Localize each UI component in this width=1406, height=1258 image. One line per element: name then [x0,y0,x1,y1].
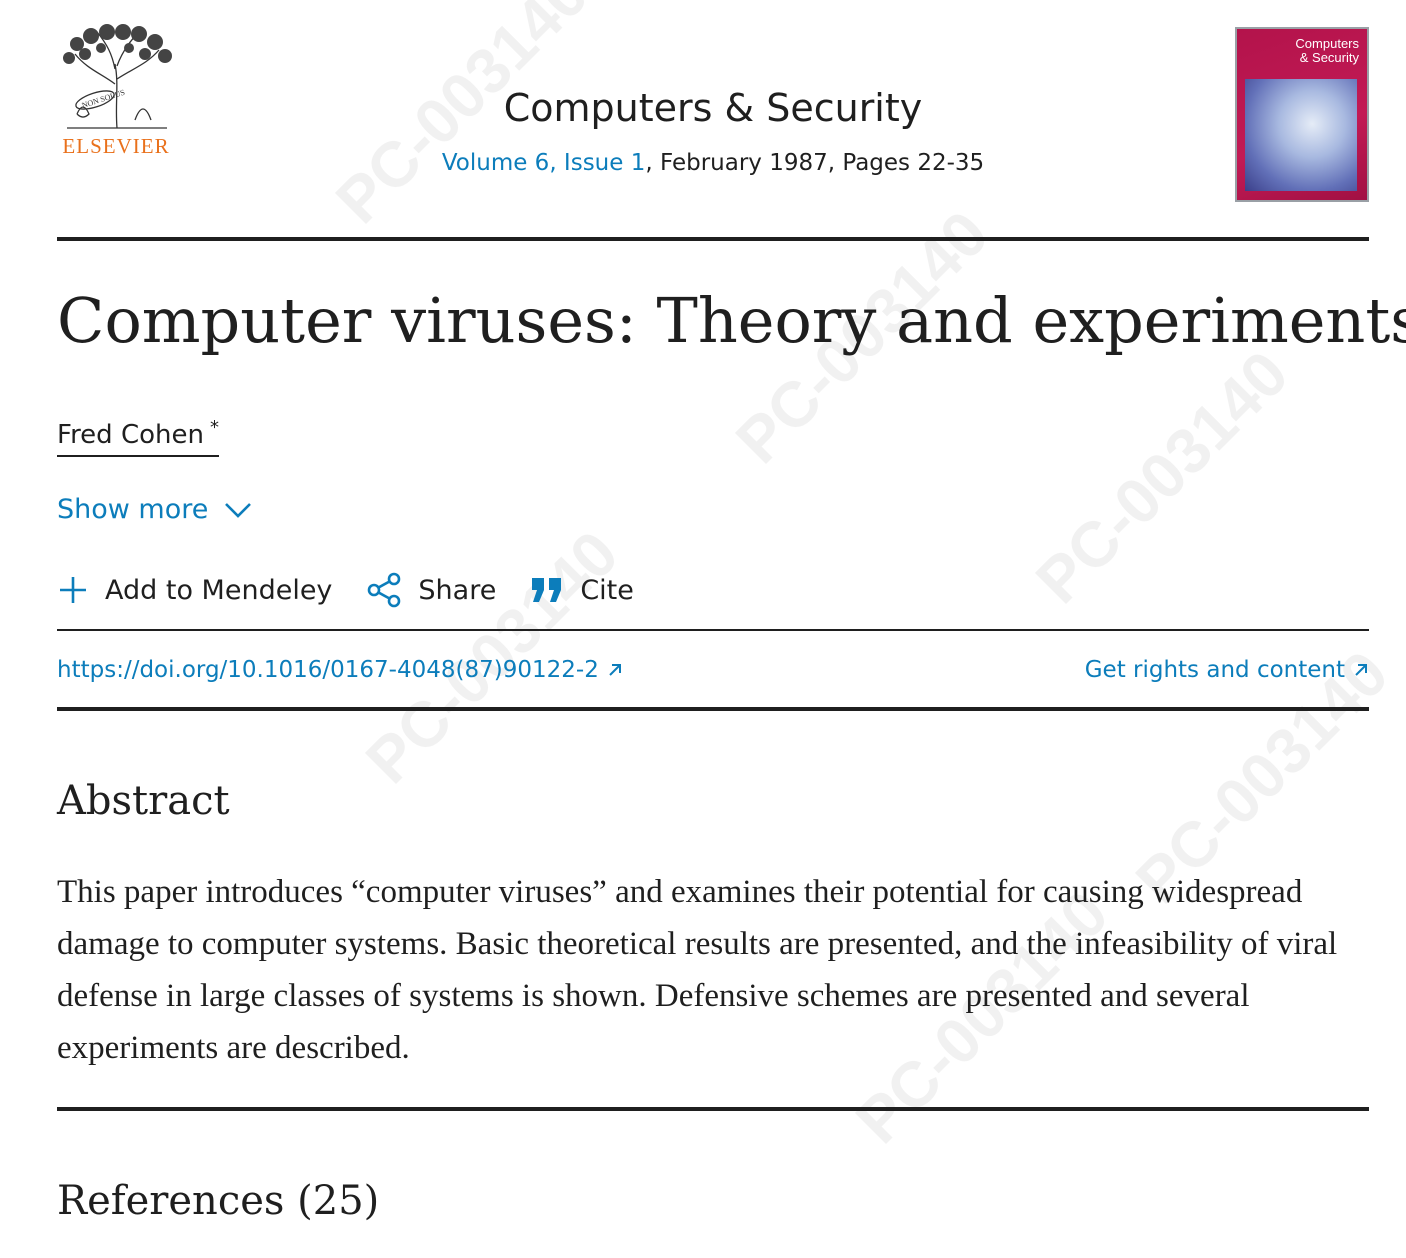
abstract-text: This paper introduces “computer viruses”… [57,874,1338,1066]
share-icon [368,572,401,608]
toolbar-divider [57,629,1369,631]
article-title: Computer viruses: Theory and experiments [57,284,1406,357]
issue-line: Volume 6, Issue 1, February 1987, Pages … [57,150,1369,176]
mendeley-label: Add to Mendeley [105,574,333,606]
quote-icon [532,578,562,602]
cite-button[interactable]: Cite [530,575,634,606]
cover-title: Computers & Security [1295,36,1359,65]
author-link[interactable]: Fred Cohen * [57,410,219,457]
doi-label: https://doi.org/10.1016/0167-4048(87)901… [57,657,599,683]
cite-label: Cite [580,574,634,606]
journal-cover-image[interactable]: Computers & Security [1235,27,1369,202]
abstract-divider [57,1107,1369,1111]
get-rights-link[interactable]: Get rights and content [1085,657,1369,683]
show-more-label: Show more [57,494,209,525]
issue-link[interactable]: Volume 6, Issue 1 [442,150,646,176]
abstract-heading: Abstract [57,778,230,824]
share-label: Share [418,574,497,606]
issue-details: , February 1987, Pages 22-35 [645,150,985,176]
header-divider [57,237,1369,241]
external-link-icon [1355,664,1367,676]
link-row: https://doi.org/10.1016/0167-4048(87)901… [57,652,1369,688]
links-divider [57,707,1369,711]
doi-link[interactable]: https://doi.org/10.1016/0167-4048(87)901… [57,657,623,683]
watermark: PC-003140 [1021,337,1302,617]
references-heading[interactable]: References (25) [57,1178,379,1224]
journal-title[interactable]: Computers & Security [57,86,1369,130]
rights-label: Get rights and content [1084,657,1345,683]
author-footnote-mark: * [209,417,219,438]
show-more-button[interactable]: Show more [57,490,252,530]
share-button[interactable]: Share [366,572,496,608]
author-name: Fred Cohen [57,420,204,450]
external-link-icon [609,664,621,676]
add-to-mendeley-button[interactable]: Add to Mendeley [57,574,332,606]
journal-header: NON SOLUS ELSEVIER Computers & Security … [57,24,1369,204]
article-toolbar: Add to Mendeley Share Cite [57,568,668,612]
chevron-down-icon [225,503,252,518]
plus-icon [60,577,86,603]
cover-art [1245,79,1357,191]
